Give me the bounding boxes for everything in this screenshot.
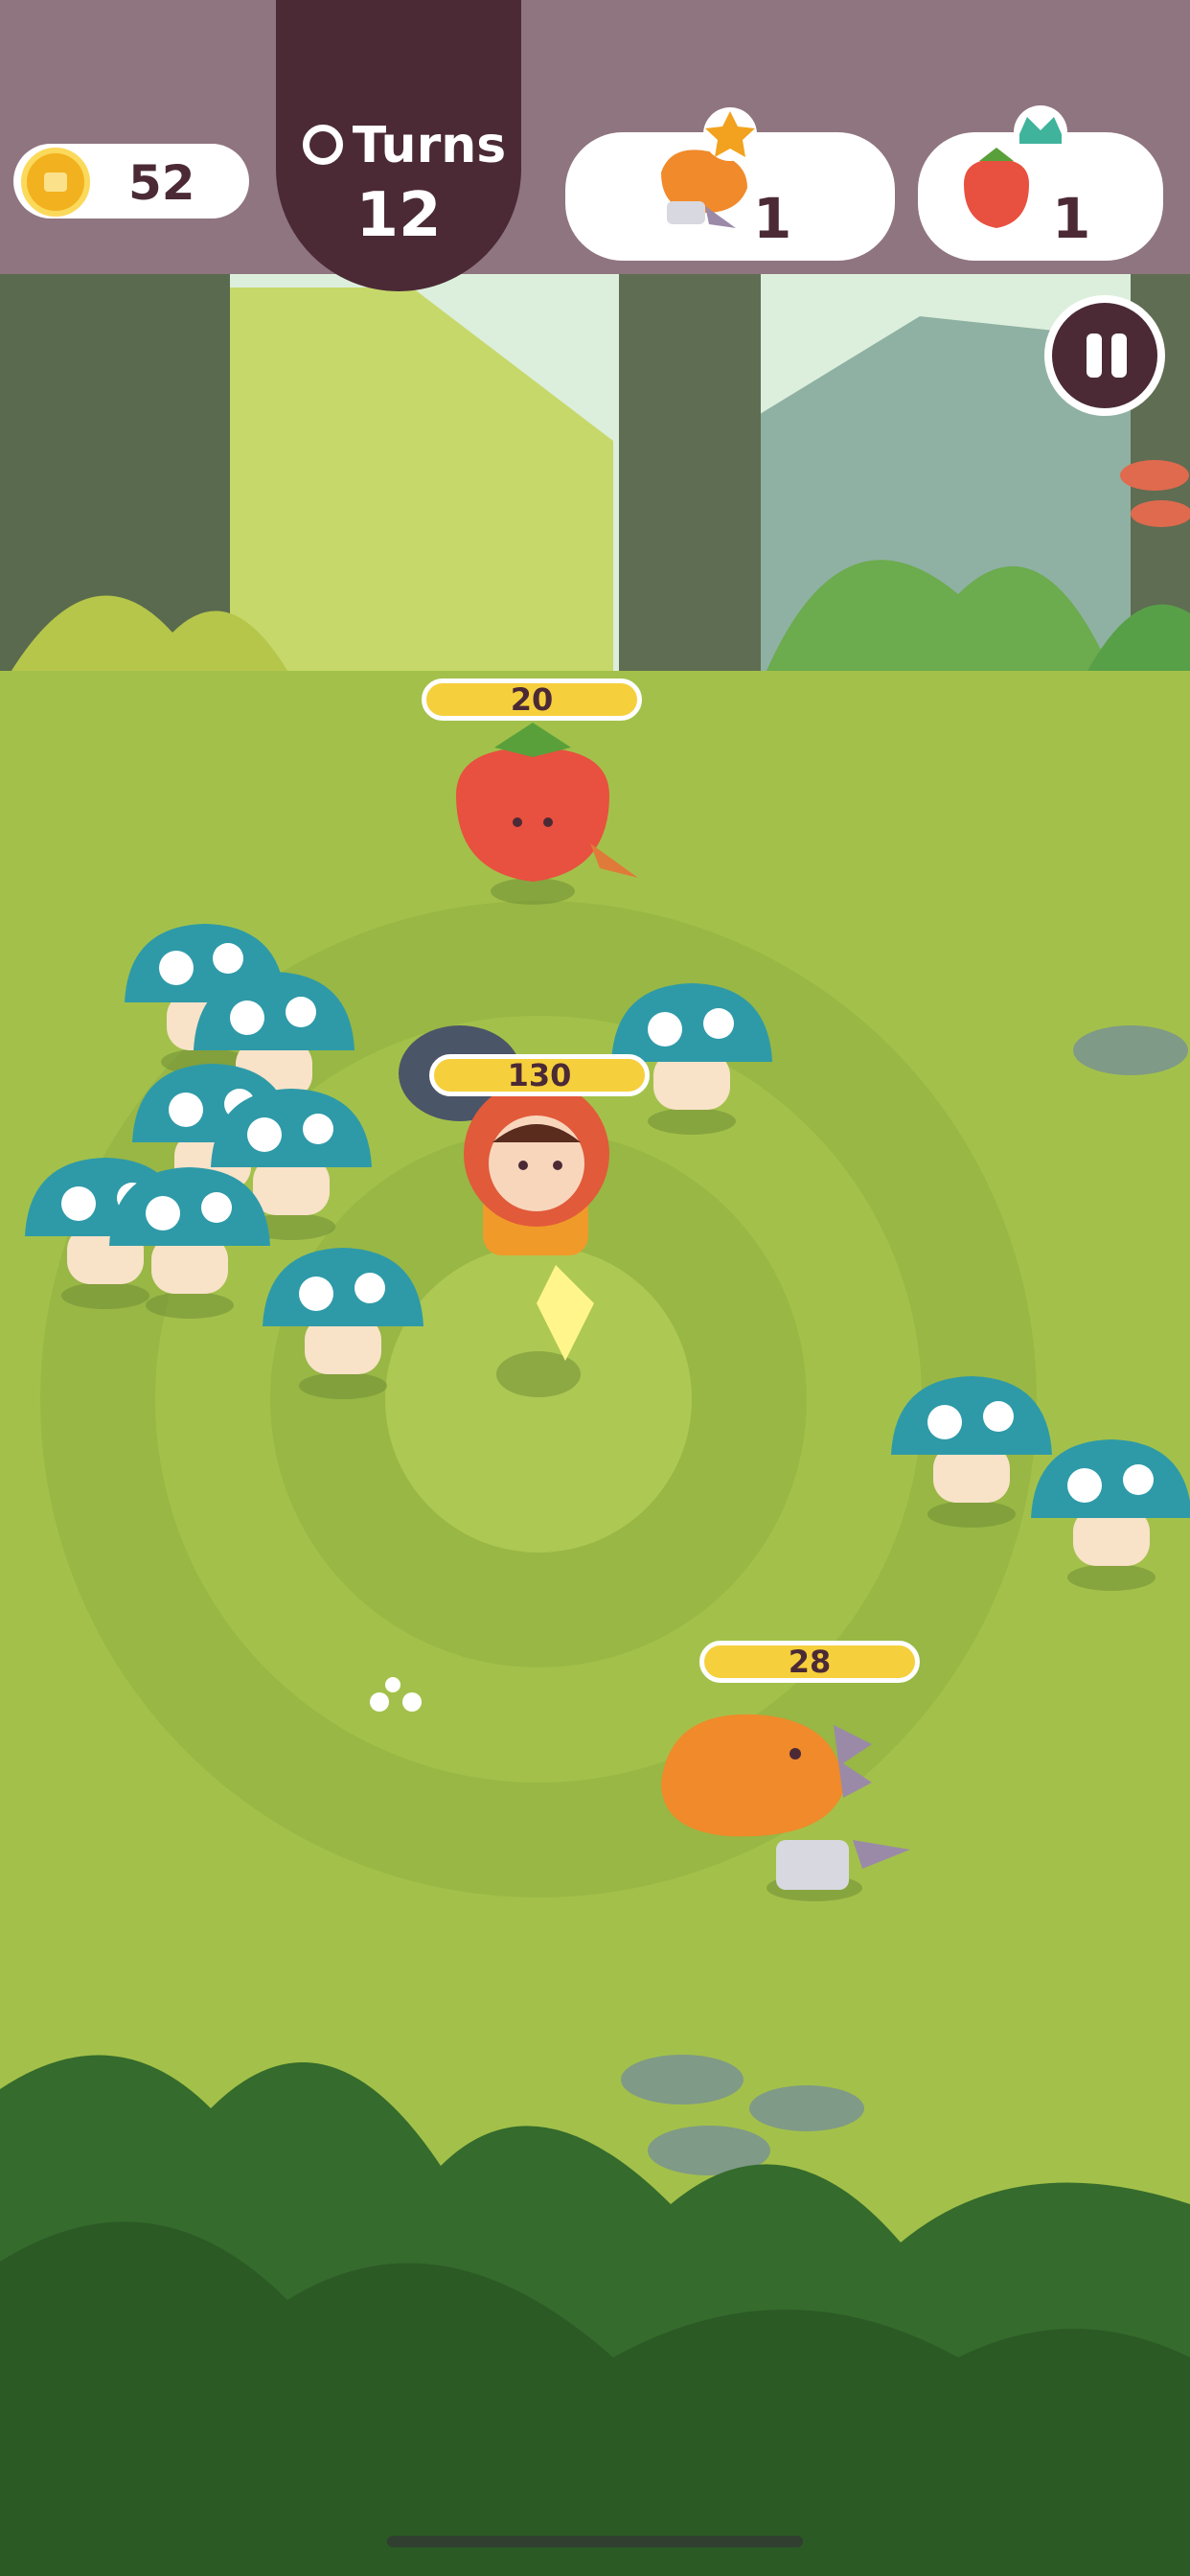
home-indicator[interactable] — [387, 2536, 803, 2547]
game-scene — [0, 111, 1190, 2576]
strawberry-hp-bar: 20 — [422, 678, 642, 721]
tree-trunk-center — [619, 274, 761, 677]
dinosaur-hp-bar: 28 — [699, 1641, 920, 1683]
hero-hp-bar: 130 — [429, 1054, 650, 1096]
hud-icons — [661, 105, 1067, 228]
pause-button[interactable] — [1044, 295, 1165, 416]
